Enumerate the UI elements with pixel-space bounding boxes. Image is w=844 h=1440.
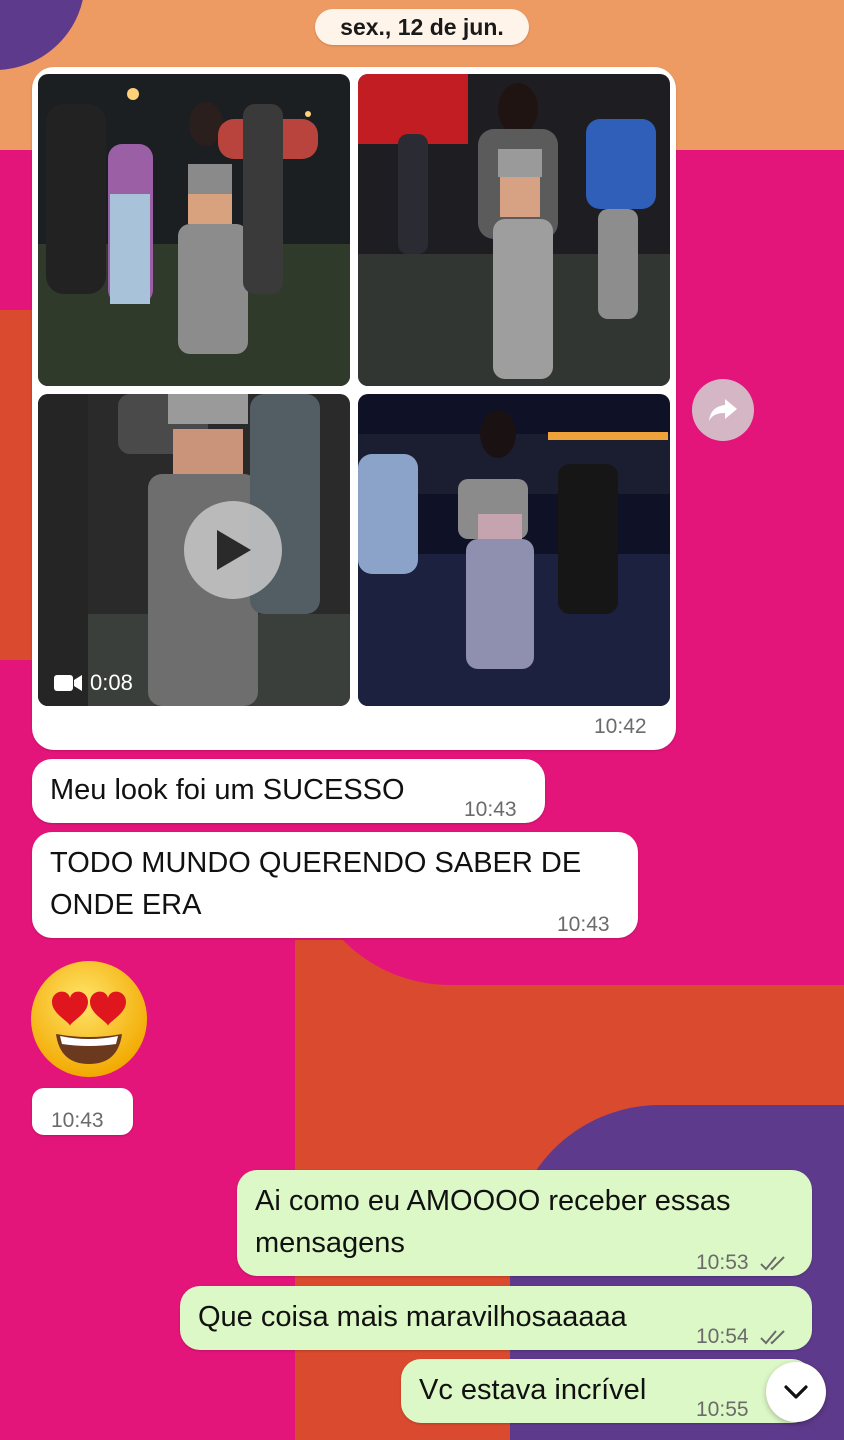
album-photo-1[interactable]	[38, 74, 350, 386]
message-bubble-incoming[interactable]: TODO MUNDO QUERENDO SABER DE ONDE ERA 10…	[32, 832, 638, 938]
media-album[interactable]: 0:08 10:42	[32, 67, 676, 750]
message-time: 10:43	[557, 913, 610, 936]
scroll-to-bottom-button[interactable]	[766, 1362, 826, 1422]
message-time: 10:53	[696, 1242, 790, 1284]
album-photo-2[interactable]	[358, 74, 670, 386]
chevron-down-icon	[784, 1385, 808, 1399]
photo-1-image	[38, 74, 350, 386]
heart-eyes-emoji[interactable]	[30, 960, 148, 1078]
message-time: 10:55	[696, 1389, 749, 1431]
video-camera-icon	[54, 675, 82, 691]
message-text: Vc estava incrível	[419, 1374, 647, 1406]
message-bubble-incoming[interactable]: Meu look foi um SUCESSO 10:43	[32, 759, 545, 823]
message-bubble-outgoing[interactable]: Que coisa mais maravilhosaaaaa 10:54	[180, 1286, 812, 1350]
album-video[interactable]: 0:08	[38, 394, 350, 706]
album-photo-3[interactable]	[358, 394, 670, 706]
forward-button[interactable]	[692, 379, 754, 441]
message-time: 10:43	[51, 1109, 104, 1132]
message-bubble-outgoing[interactable]: Ai como eu AMOOOO receber essas mensagen…	[237, 1170, 812, 1276]
video-info: 0:08	[54, 670, 133, 696]
forward-arrow-icon	[709, 399, 737, 421]
message-text: Meu look foi um SUCESSO	[50, 774, 405, 806]
message-time-text: 10:55	[696, 1398, 749, 1421]
play-button[interactable]	[184, 501, 282, 599]
photo-2-image	[358, 74, 670, 386]
message-time: 10:54	[696, 1316, 790, 1358]
album-time: 10:42	[594, 715, 647, 738]
message-text: TODO MUNDO QUERENDO SABER DE ONDE ERA	[50, 847, 582, 921]
photo-4-image	[358, 394, 670, 706]
play-icon	[217, 530, 251, 570]
message-time-text: 10:53	[696, 1251, 749, 1274]
emoji-time-pill: 10:43	[32, 1088, 133, 1135]
message-time-text: 10:54	[696, 1325, 749, 1348]
double-check-icon	[760, 1330, 786, 1345]
message-text: Que coisa mais maravilhosaaaaa	[198, 1301, 627, 1333]
wallpaper-orange-strip	[0, 260, 32, 660]
message-bubble-outgoing[interactable]: Vc estava incrível 10:55	[401, 1359, 812, 1423]
video-duration: 0:08	[90, 670, 133, 695]
date-divider: sex., 12 de jun.	[315, 9, 529, 45]
double-check-icon	[760, 1256, 786, 1271]
message-time: 10:43	[464, 798, 517, 821]
